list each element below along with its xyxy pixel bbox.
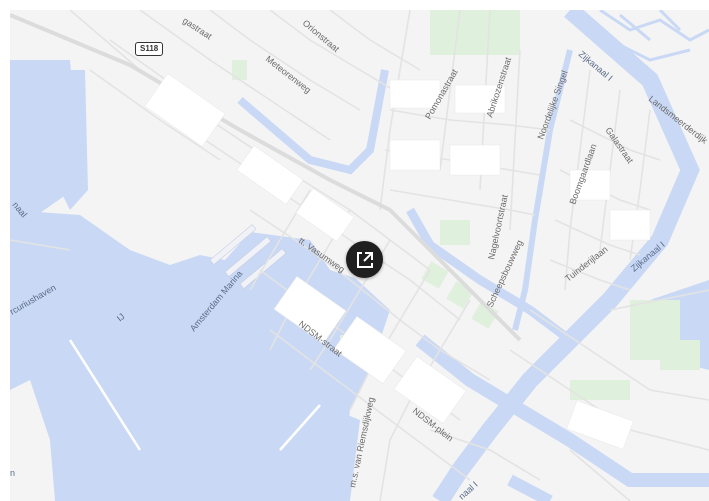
route-shield: S118 [135,42,164,56]
label-n-bottom: n [10,468,15,478]
expand-icon [356,251,373,268]
expand-map-button[interactable] [346,241,383,278]
